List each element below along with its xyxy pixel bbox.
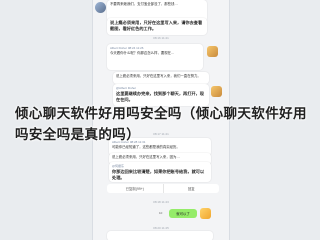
message-body: 你那边回来比较清楚，如果你把账号给我，就可以处理。 bbox=[112, 169, 205, 180]
message-body: 这里要继续办完来，找到那个聊天，再打开，现在在问。 bbox=[116, 91, 204, 102]
message-body: 说上瘾必须来用，只好在这里写入来，因为… bbox=[112, 155, 180, 159]
message-body: 可能你已经知道了，这些都是我的真实经历。 bbox=[112, 145, 180, 149]
message-body: 今天看你什么呢？你那边怎么样，要现在… bbox=[110, 51, 175, 55]
contact-avatar[interactable] bbox=[95, 2, 106, 13]
chat-message[interactable]: @何振东 你那边回来比较清楚，如果你把账号给我，就可以处理。 bbox=[109, 162, 211, 182]
timestamp: 08:20 11:25 bbox=[153, 226, 169, 230]
chat-message[interactable]: Albert Fisher 08:24 11:26 今天看你什么呢？你那边怎么样… bbox=[107, 44, 203, 70]
copy-button[interactable]: 已复制(99+) bbox=[107, 184, 163, 193]
chat-message[interactable]: 说上瘾必须来用，只好在这里写入来，请你去查看截图，看好红色的工作。 bbox=[107, 18, 207, 35]
dog-avatar-icon[interactable] bbox=[211, 86, 222, 97]
my-avatar[interactable] bbox=[200, 208, 211, 219]
dog-avatar-icon[interactable] bbox=[207, 46, 218, 57]
timestamp: 08:16 11:21 bbox=[153, 36, 169, 40]
timestamp: 08:18 11:23 bbox=[153, 200, 169, 204]
message-body: 说上瘾必须来用，只好在这里写入来，请你去查看截图，看好红色的工作。 bbox=[110, 20, 203, 31]
reply-button[interactable]: 回复 bbox=[164, 184, 220, 193]
message-body: 说上瘾必须来用，只好在这里写入来，我们一直在努力。 bbox=[116, 74, 201, 78]
chat-message[interactable] bbox=[107, 231, 213, 240]
message-body: 不要再来砸我们，支付宝全部没了，那些钱… bbox=[110, 2, 178, 6]
chat-message[interactable]: 说上瘾必须来用，只好在这里写入来，我们一直在努力。 bbox=[113, 72, 209, 84]
outgoing-message[interactable]: 就可以了 bbox=[169, 209, 197, 218]
unread-badge: 10 bbox=[159, 211, 163, 215]
article-title: 倾心聊天软件好用吗安全吗（倾心聊天软件好用吗安全吗是真的吗） bbox=[15, 106, 307, 142]
message-actions: 已复制(99+) 回复 bbox=[107, 184, 219, 193]
